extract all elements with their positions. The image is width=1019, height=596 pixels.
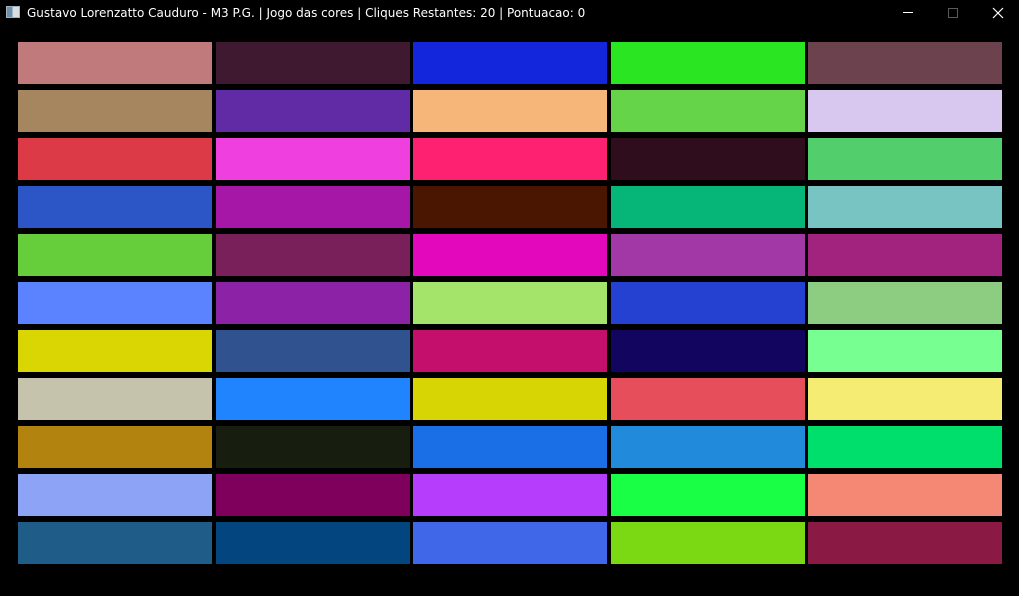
color-tile-r10-c2[interactable]	[215, 474, 410, 516]
color-tile-r11-c1[interactable]	[18, 522, 212, 564]
title-bar[interactable]: Gustavo Lorenzatto Cauduro - M3 P.G. | J…	[0, 0, 1019, 26]
color-tile-r5-c3[interactable]	[413, 234, 607, 276]
color-tile-r11-c5[interactable]	[808, 522, 1002, 564]
color-tile-r1-c1[interactable]	[18, 42, 212, 84]
color-tile-r11-c2[interactable]	[215, 522, 410, 564]
color-tile-r6-c3[interactable]	[413, 282, 607, 324]
color-tile-r6-c1[interactable]	[18, 282, 212, 324]
color-tile-r9-c5[interactable]	[808, 426, 1002, 468]
color-tile-r4-c3[interactable]	[413, 186, 607, 228]
color-tile-r8-c4[interactable]	[610, 378, 805, 420]
color-tile-r4-c4[interactable]	[610, 186, 805, 228]
close-button[interactable]	[975, 0, 1019, 26]
color-tile-r1-c3[interactable]	[413, 42, 607, 84]
color-tile-r9-c4[interactable]	[610, 426, 805, 468]
color-tile-r5-c4[interactable]	[610, 234, 805, 276]
color-tile-r9-c2[interactable]	[215, 426, 410, 468]
color-tile-r8-c1[interactable]	[18, 378, 212, 420]
color-tile-r4-c2[interactable]	[215, 186, 410, 228]
color-tile-r3-c3[interactable]	[413, 138, 607, 180]
maximize-button[interactable]	[930, 0, 976, 26]
color-tile-r6-c5[interactable]	[808, 282, 1002, 324]
color-tile-r10-c1[interactable]	[18, 474, 212, 516]
color-tile-r8-c5[interactable]	[808, 378, 1002, 420]
color-tile-r5-c5[interactable]	[808, 234, 1002, 276]
color-tile-r6-c2[interactable]	[215, 282, 410, 324]
color-tile-r8-c2[interactable]	[215, 378, 410, 420]
game-window: Gustavo Lorenzatto Cauduro - M3 P.G. | J…	[0, 0, 1019, 596]
minimize-button[interactable]	[885, 0, 931, 26]
color-tile-r1-c5[interactable]	[808, 42, 1002, 84]
color-tile-r3-c1[interactable]	[18, 138, 212, 180]
color-tile-r1-c4[interactable]	[610, 42, 805, 84]
color-tile-r1-c2[interactable]	[215, 42, 410, 84]
window-title: Gustavo Lorenzatto Cauduro - M3 P.G. | J…	[27, 6, 586, 20]
color-tile-r7-c3[interactable]	[413, 330, 607, 372]
color-tile-r5-c2[interactable]	[215, 234, 410, 276]
color-tile-r10-c5[interactable]	[808, 474, 1002, 516]
color-tile-r11-c3[interactable]	[413, 522, 607, 564]
color-tile-r5-c1[interactable]	[18, 234, 212, 276]
color-tile-r9-c1[interactable]	[18, 426, 212, 468]
color-tile-r2-c1[interactable]	[18, 90, 212, 132]
color-tile-r3-c5[interactable]	[808, 138, 1002, 180]
maximize-icon	[948, 8, 958, 18]
color-tile-r7-c4[interactable]	[610, 330, 805, 372]
color-tile-r11-c4[interactable]	[610, 522, 805, 564]
color-tile-r7-c5[interactable]	[808, 330, 1002, 372]
color-tile-r3-c4[interactable]	[610, 138, 805, 180]
minimize-icon	[903, 12, 913, 13]
color-tile-r4-c1[interactable]	[18, 186, 212, 228]
color-tile-r7-c2[interactable]	[215, 330, 410, 372]
color-tile-r3-c2[interactable]	[215, 138, 410, 180]
color-tile-r7-c1[interactable]	[18, 330, 212, 372]
color-tile-r2-c2[interactable]	[215, 90, 410, 132]
color-tile-r6-c4[interactable]	[610, 282, 805, 324]
color-tile-r2-c3[interactable]	[413, 90, 607, 132]
color-tile-r10-c3[interactable]	[413, 474, 607, 516]
color-tile-r4-c5[interactable]	[808, 186, 1002, 228]
color-tile-r8-c3[interactable]	[413, 378, 607, 420]
close-icon	[992, 7, 1004, 19]
color-tile-r2-c5[interactable]	[808, 90, 1002, 132]
color-tile-r10-c4[interactable]	[610, 474, 805, 516]
color-tile-r9-c3[interactable]	[413, 426, 607, 468]
app-icon	[6, 6, 20, 18]
color-grid	[15, 42, 1005, 570]
color-tile-r2-c4[interactable]	[610, 90, 805, 132]
